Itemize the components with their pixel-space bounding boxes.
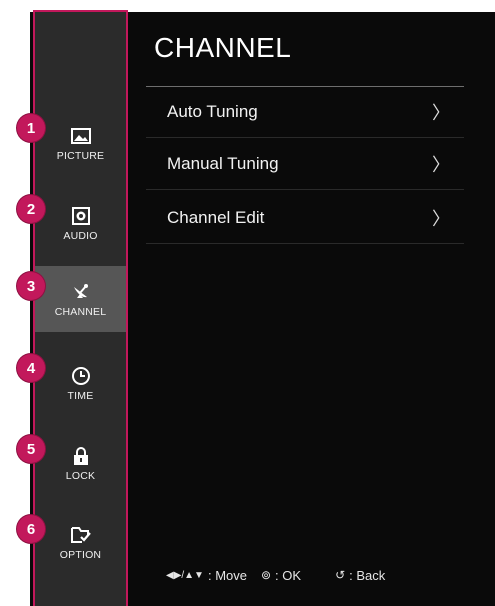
chevron-right-icon: 〉 [432,154,450,175]
footer-hints: ◀▶/▲▼ : Move ⊚ : OK ↺ : Back [166,566,456,584]
menu-item-label: Auto Tuning [167,101,258,121]
satellite-dish-icon [70,281,92,303]
lock-icon [70,445,92,467]
option-checkbox-icon [70,524,92,546]
sidebar-item-label: LOCK [65,469,96,482]
ok-button-icon: ⊚ [260,568,272,582]
menu-item-label: Manual Tuning [167,153,279,173]
sidebar-item-option[interactable]: OPTION [35,509,126,575]
sidebar-item-time[interactable]: TIME [35,350,126,416]
panel-title: CHANNEL [154,32,292,63]
back-label: : Back [349,567,386,583]
back-hint: ↺ : Back [335,568,385,583]
sidebar-item-label: PICTURE [56,149,105,162]
ok-hint: ⊚ : OK [261,568,301,583]
move-hint: ◀▶/▲▼ : Move [166,568,247,583]
callout-badge-1: 1 [17,114,45,142]
chevron-right-icon: 〉 [432,208,450,229]
sidebar-item-label: AUDIO [63,229,98,242]
back-icon: ↺ [335,568,346,582]
picture-icon [70,125,92,147]
sidebar-item-picture[interactable]: PICTURE [35,110,126,176]
sidebar: PICTURE AUDIO CHANNEL TIME LOCK OPTION [33,10,128,606]
menu-item-label: Channel Edit [167,207,265,227]
clock-icon [70,365,92,387]
callout-badge-4: 4 [17,354,45,382]
sidebar-item-label: TIME [67,389,94,402]
menu-item-manual-tuning[interactable]: Manual Tuning 〉 [146,138,464,190]
callout-badge-3: 3 [17,272,45,300]
sidebar-item-channel[interactable]: CHANNEL [35,266,126,332]
sidebar-item-audio[interactable]: AUDIO [35,190,126,256]
sidebar-item-lock[interactable]: LOCK [35,430,126,496]
arrow-keys-icon: ◀▶/▲▼ [166,569,204,581]
menu-item-auto-tuning[interactable]: Auto Tuning 〉 [146,86,464,138]
callout-badge-6: 6 [17,515,45,543]
sidebar-item-label: CHANNEL [54,305,107,318]
menu-item-channel-edit[interactable]: Channel Edit 〉 [146,192,464,244]
callout-badge-2: 2 [17,195,45,223]
speaker-icon [70,205,92,227]
callout-badge-5: 5 [17,435,45,463]
chevron-right-icon: 〉 [432,102,450,123]
ok-label: : OK [275,567,302,583]
move-label: : Move [207,567,247,583]
sidebar-item-label: OPTION [59,548,102,561]
